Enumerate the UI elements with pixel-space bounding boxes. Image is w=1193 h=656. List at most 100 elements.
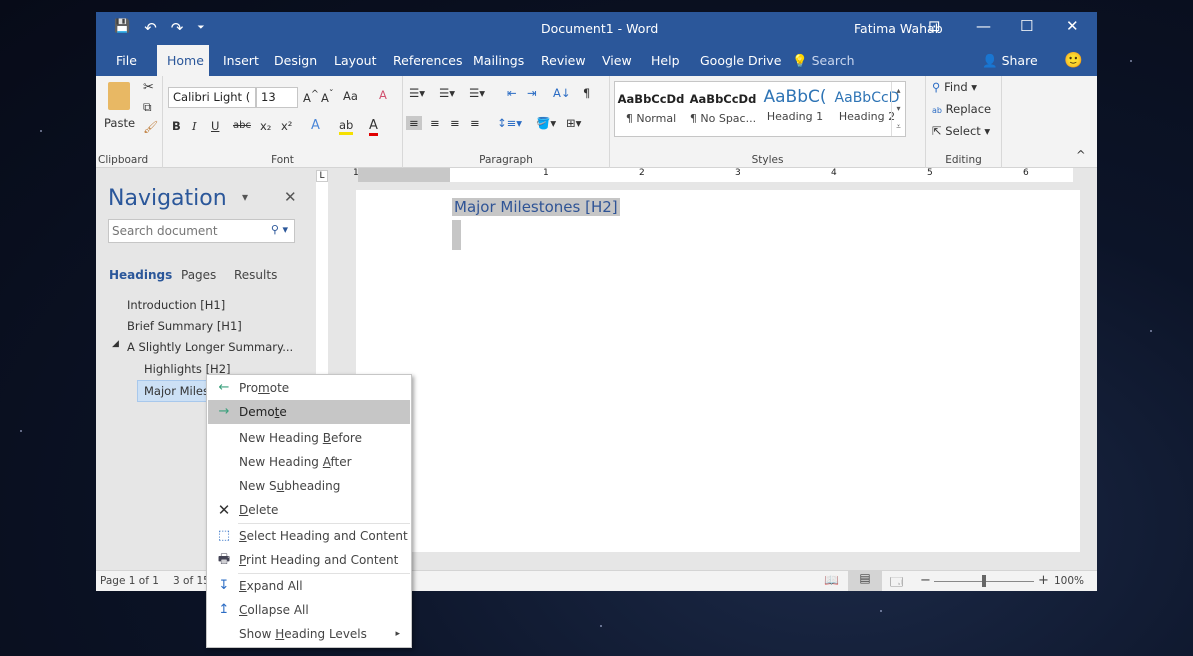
undo-icon[interactable]: ↶ — [144, 19, 157, 37]
collapse-ribbon-icon[interactable]: ^ — [1076, 148, 1086, 162]
search-icon[interactable]: ⚲ ▾ — [271, 223, 288, 236]
format-painter-icon[interactable]: 🖌 — [143, 120, 158, 134]
close-pane-icon[interactable]: ✕ — [284, 188, 297, 206]
align-right-icon[interactable]: ≡ — [450, 116, 460, 130]
document-heading[interactable]: Major Milestones [H2] — [452, 198, 620, 216]
increase-indent-icon[interactable]: ⇥ — [527, 86, 537, 100]
text-effects-icon[interactable]: A — [311, 118, 320, 133]
vertical-scrollbar[interactable] — [1080, 182, 1097, 570]
menu-item-new-heading-after[interactable]: New Heading After — [208, 450, 410, 474]
line-spacing-icon[interactable]: ↕≡▾ — [497, 116, 522, 130]
subscript-button[interactable]: x₂ — [260, 119, 271, 133]
share-button[interactable]: 👤 Share — [972, 45, 1048, 76]
change-case-button[interactable]: Aa — [343, 89, 358, 103]
superscript-button[interactable]: x² — [281, 119, 292, 133]
pane-options-icon[interactable]: ▾ — [242, 190, 248, 204]
tab-google-drive[interactable]: Google Drive — [690, 45, 791, 76]
tab-help[interactable]: Help — [641, 45, 690, 76]
borders-icon[interactable]: ⊞▾ — [566, 116, 581, 130]
numbering-icon[interactable]: ☰▾ — [439, 86, 455, 100]
decrease-indent-icon[interactable]: ⇤ — [507, 86, 517, 100]
clear-formatting-icon[interactable]: A — [379, 88, 387, 102]
select-button[interactable]: ⇱ Select ▾ — [932, 124, 990, 138]
tab-references[interactable]: References — [383, 45, 472, 76]
style-heading-1[interactable]: AaBbC(Heading 1 — [759, 82, 831, 123]
menu-item-promote[interactable]: ← Promote — [208, 376, 410, 400]
menu-item-new-heading-before[interactable]: New Heading Before — [208, 426, 410, 450]
zoom-slider[interactable] — [934, 575, 1034, 587]
feedback-smiley-icon[interactable]: 🙂 — [1054, 45, 1093, 76]
tab-headings[interactable]: Headings — [109, 268, 172, 282]
menu-item-delete[interactable]: ✕ Delete — [208, 498, 410, 522]
tab-results[interactable]: Results — [234, 268, 277, 282]
tab-file[interactable]: File — [106, 45, 147, 76]
font-size-combo[interactable]: 13 — [256, 87, 298, 108]
justify-icon[interactable]: ≡ — [470, 116, 480, 130]
tab-pages[interactable]: Pages — [181, 268, 216, 282]
strikethrough-button[interactable]: abc — [233, 120, 251, 131]
menu-item-demote[interactable]: → Demote — [208, 400, 410, 424]
paste-icon[interactable] — [108, 82, 130, 110]
tab-home[interactable]: Home — [157, 45, 209, 76]
tab-view[interactable]: View — [592, 45, 642, 76]
bold-button[interactable]: B — [172, 119, 181, 133]
close-button[interactable]: ✕ — [1066, 17, 1079, 35]
zoom-out-button[interactable]: − — [920, 573, 931, 588]
heading-item[interactable]: A Slightly Longer Summary... — [127, 340, 293, 354]
menu-item-show-heading-levels[interactable]: Show Heading Levels ▸ — [208, 622, 410, 646]
multilevel-list-icon[interactable]: ☰▾ — [469, 86, 485, 100]
grow-font-button[interactable]: A^ — [303, 89, 319, 105]
read-mode-icon[interactable]: 📖 — [824, 573, 839, 587]
tab-selector[interactable]: L — [316, 170, 328, 182]
menu-item-collapse-all[interactable]: ↥ Collapse All — [208, 598, 410, 622]
ribbon-display-options-icon[interactable]: ⊡ — [928, 17, 941, 35]
paste-button[interactable]: Paste — [104, 116, 135, 130]
tab-mailings[interactable]: Mailings — [463, 45, 534, 76]
save-icon[interactable]: 💾 — [114, 19, 130, 37]
style-normal[interactable]: AaBbCcDd ¶ Normal — [615, 82, 687, 125]
search-document-field[interactable]: ⚲ ▾ — [108, 219, 295, 243]
redo-icon[interactable]: ↷ — [171, 19, 184, 37]
font-name-combo[interactable]: Calibri Light ( — [168, 87, 256, 108]
horizontal-ruler[interactable]: 1 1 2 3 4 5 6 — [353, 168, 1073, 182]
page-count[interactable]: Page 1 of 1 — [100, 575, 159, 587]
tab-insert[interactable]: Insert — [213, 45, 269, 76]
tab-layout[interactable]: Layout — [324, 45, 387, 76]
heading-item[interactable]: Introduction [H1] — [127, 298, 225, 312]
styles-scroll[interactable]: ▴ ▾ ⩡ — [891, 82, 905, 136]
style-no-spacing[interactable]: AaBbCcDd ¶ No Spac... — [687, 82, 759, 125]
sort-icon[interactable]: A↓ — [553, 86, 571, 100]
menu-item-select-heading-and-content[interactable]: ⬚ Select Heading and Content — [208, 524, 410, 548]
italic-button[interactable]: I — [192, 119, 197, 133]
print-layout-icon[interactable]: ▤ — [848, 571, 882, 591]
highlight-color-icon[interactable]: ab — [339, 118, 354, 135]
web-layout-icon[interactable]: 🗔 — [890, 573, 903, 591]
copy-icon[interactable]: ⧉ — [143, 100, 152, 115]
menu-item-print-heading-and-content[interactable]: 🖶 Print Heading and Content — [208, 548, 410, 572]
shading-icon[interactable]: 🪣▾ — [536, 116, 556, 130]
align-left-icon[interactable]: ≡ — [406, 116, 422, 130]
shrink-font-button[interactable]: Aˇ — [321, 89, 334, 105]
menu-item-expand-all[interactable]: ↧ Expand All — [208, 574, 410, 598]
word-count[interactable]: 3 of 15 — [173, 575, 210, 587]
maximize-button[interactable]: ☐ — [1020, 17, 1033, 35]
underline-button[interactable]: U — [211, 119, 219, 133]
tell-me-search[interactable]: 💡 Search — [782, 45, 865, 76]
search-document-input[interactable] — [112, 221, 262, 241]
document-page[interactable]: Major Milestones [H2] — [356, 190, 1080, 552]
tab-review[interactable]: Review — [531, 45, 596, 76]
zoom-level[interactable]: 100% — [1054, 575, 1084, 587]
cut-icon[interactable]: ✂ — [143, 80, 154, 95]
center-icon[interactable]: ≡ — [430, 116, 440, 130]
zoom-in-button[interactable]: + — [1038, 573, 1049, 588]
show-formatting-marks-icon[interactable]: ¶ — [583, 86, 590, 100]
menu-item-new-subheading[interactable]: New Subheading — [208, 474, 410, 498]
collapse-triangle-icon[interactable]: ◢ — [112, 339, 119, 349]
font-color-icon[interactable]: A — [369, 118, 378, 136]
customize-qat-icon[interactable]: ⏷ — [197, 23, 204, 37]
find-button[interactable]: ⚲ Find ▾ — [932, 80, 977, 94]
replace-button[interactable]: ab Replace — [932, 102, 991, 116]
tab-design[interactable]: Design — [264, 45, 327, 76]
heading-item[interactable]: Brief Summary [H1] — [127, 319, 242, 333]
minimize-button[interactable]: — — [976, 17, 991, 35]
